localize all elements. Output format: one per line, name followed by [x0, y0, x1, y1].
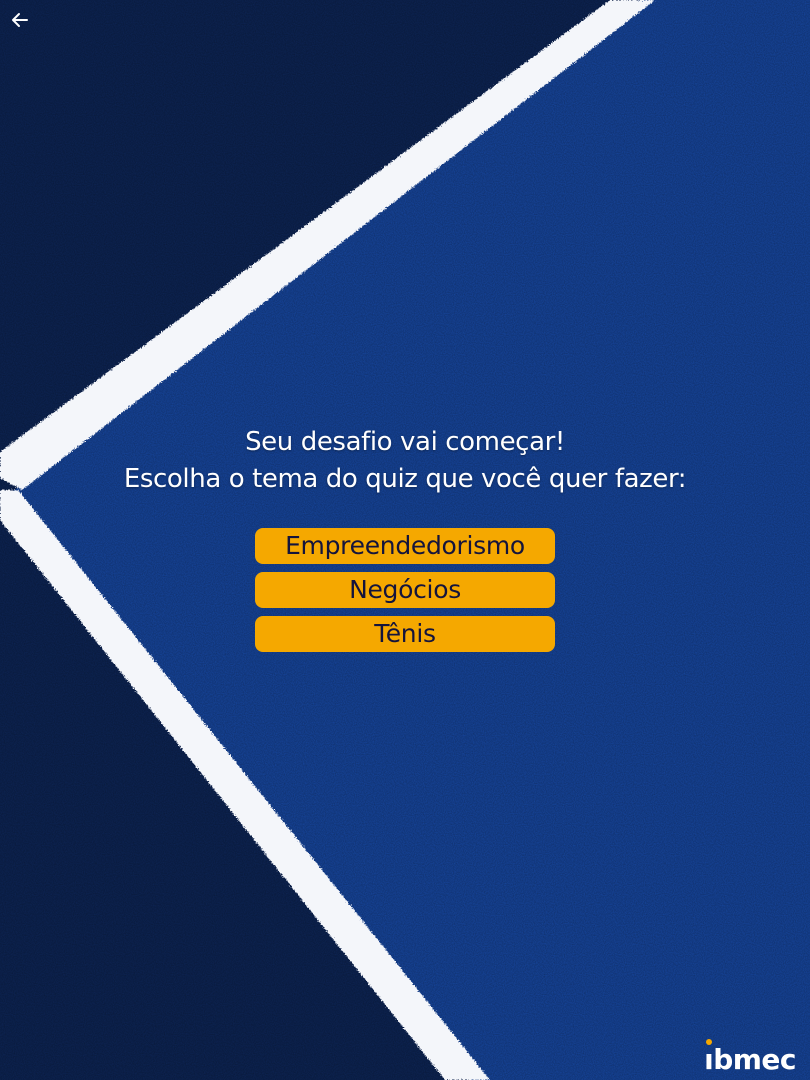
logo-text: bmec: [713, 1043, 796, 1076]
ibmec-logo: ı bmec: [704, 1039, 796, 1076]
quiz-theme-options: Empreendedorismo Negócios Tênis: [255, 528, 555, 660]
prompt-title: Seu desafio vai começar!: [245, 427, 565, 457]
arrow-left-icon: [12, 13, 28, 27]
back-button[interactable]: [6, 6, 34, 34]
prompt-subtitle: Escolha o tema do quiz que você quer faz…: [123, 464, 687, 494]
quiz-prompt: Seu desafio vai começar! Escolha o tema …: [0, 424, 810, 498]
quiz-theme-screen: Seu desafio vai começar! Escolha o tema …: [0, 0, 810, 1080]
theme-button-empreendedorismo[interactable]: Empreendedorismo: [255, 528, 555, 564]
theme-button-tenis[interactable]: Tênis: [255, 616, 555, 652]
theme-button-negocios[interactable]: Negócios: [255, 572, 555, 608]
logo-letter-i: ı: [704, 1039, 714, 1076]
